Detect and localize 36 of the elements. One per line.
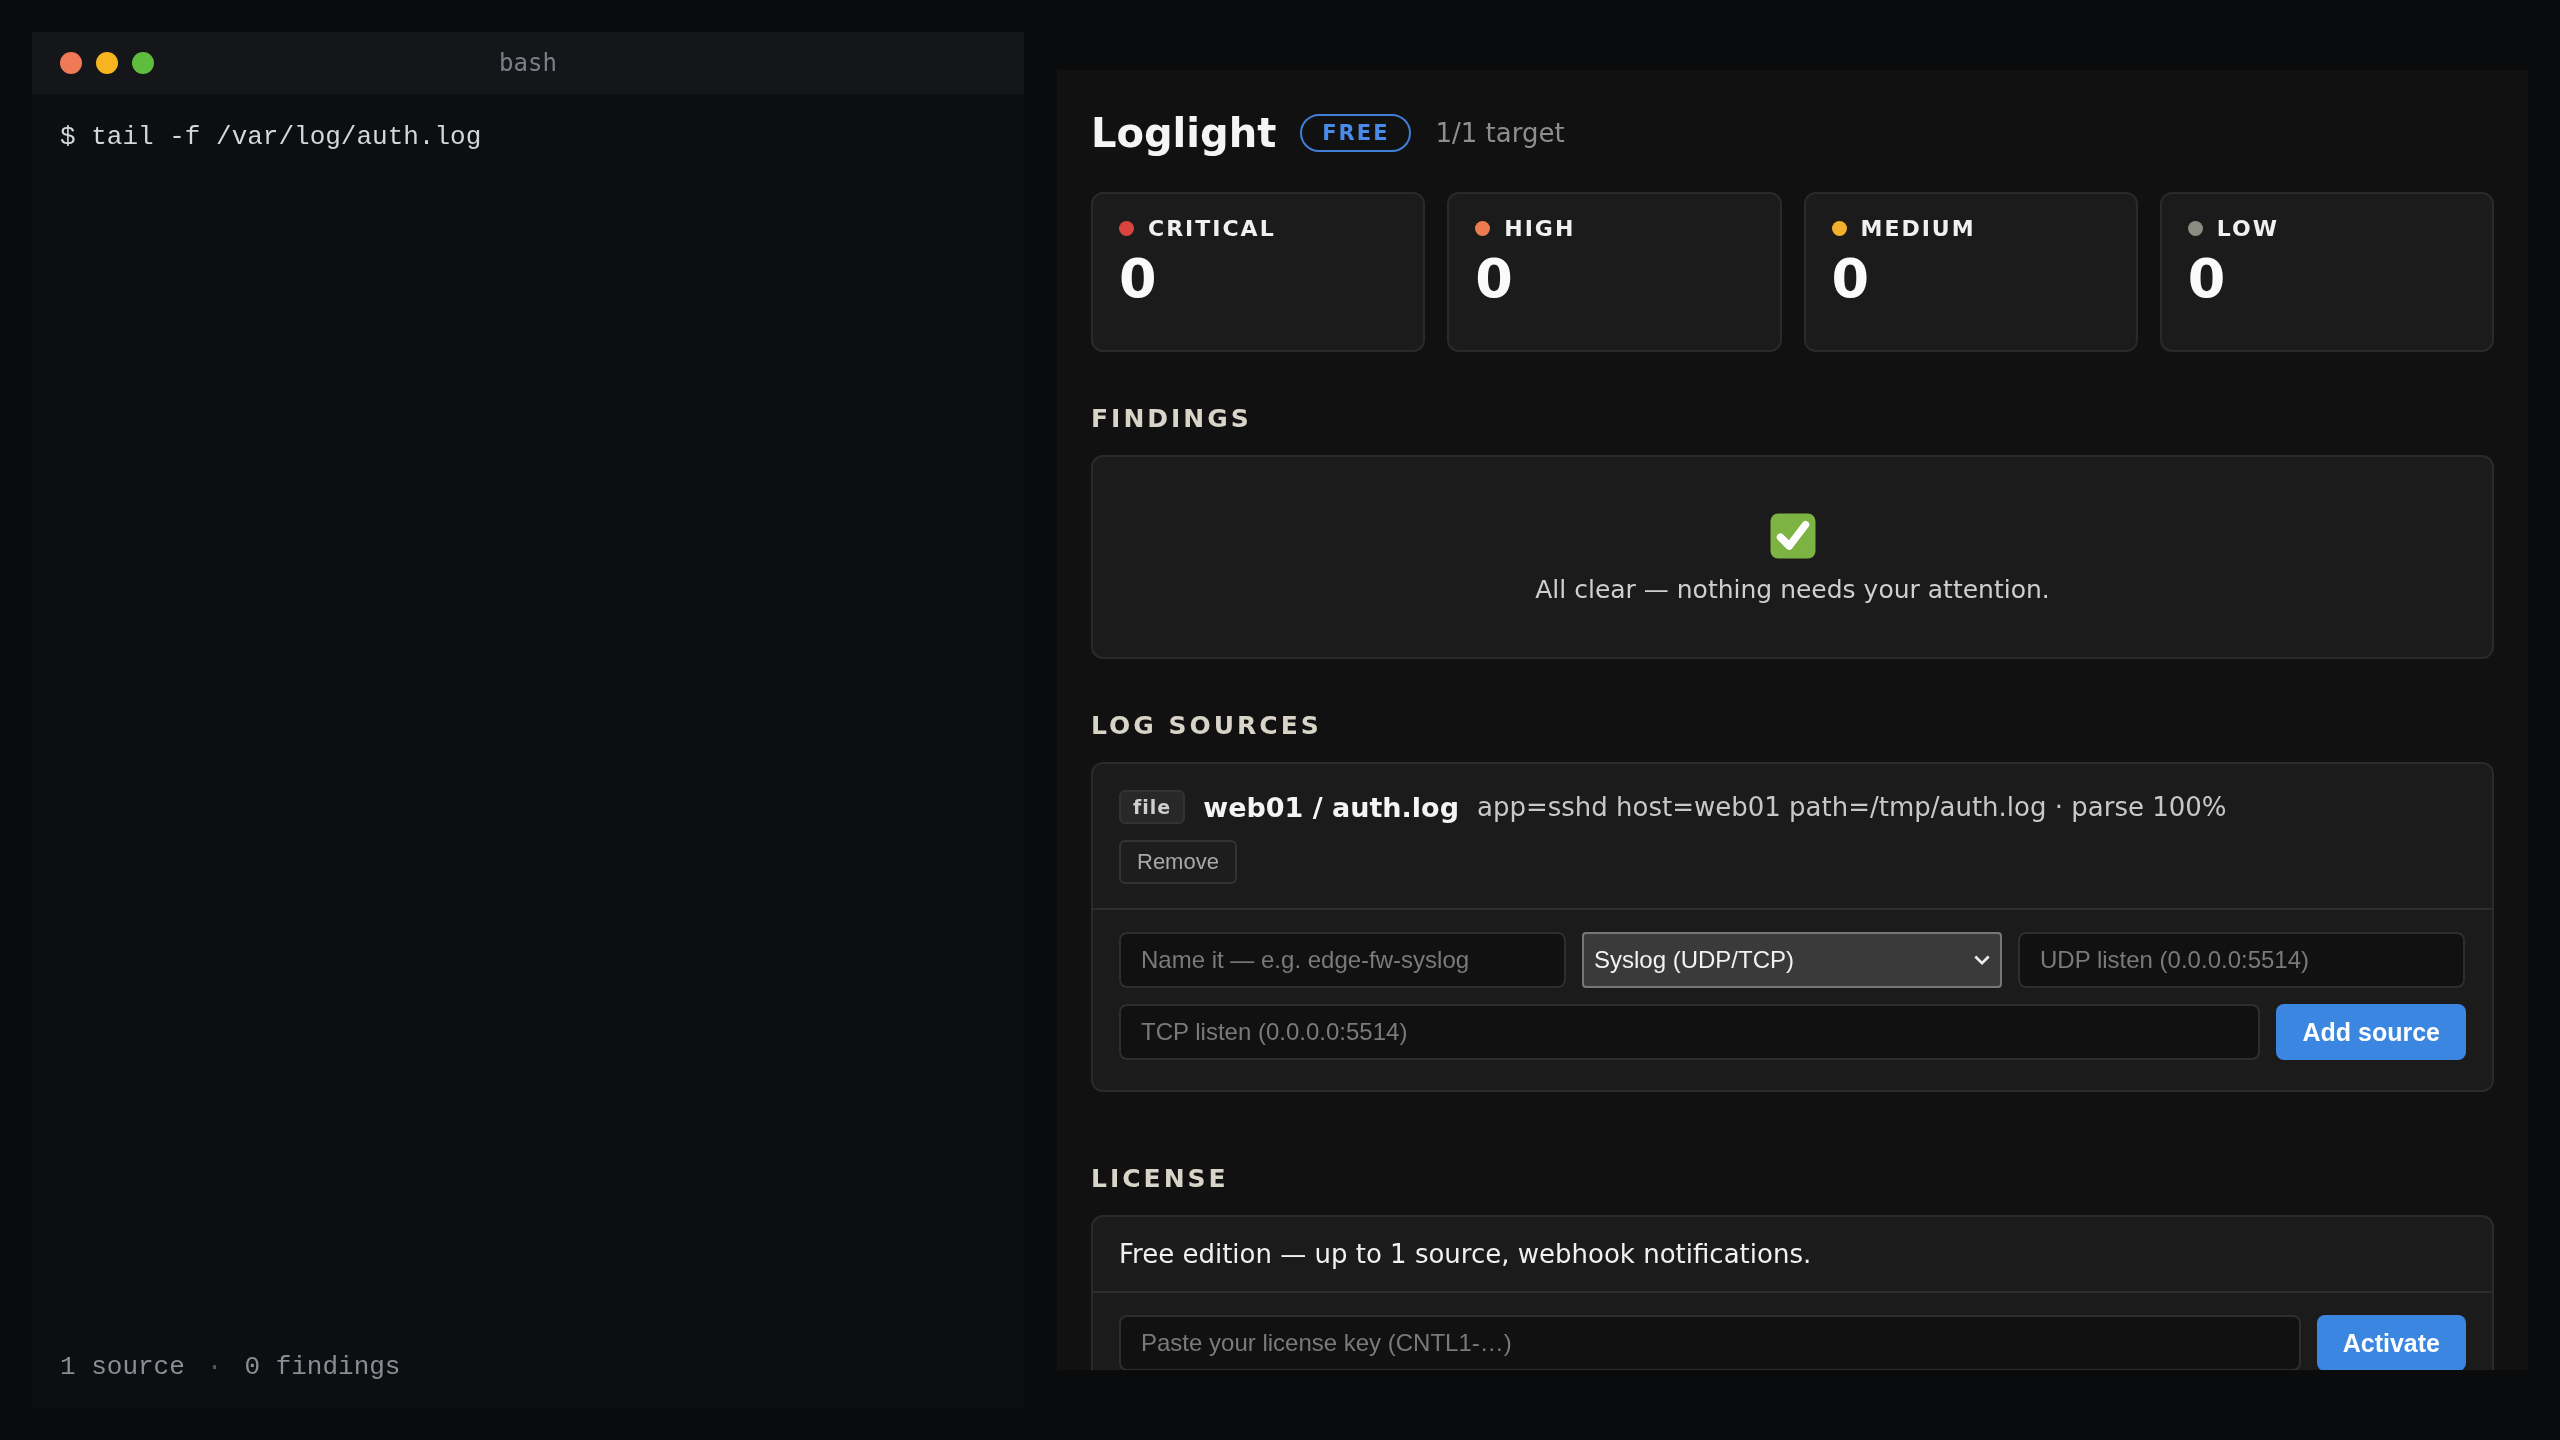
separator-dot: ·: [206, 1352, 223, 1382]
tcp-field[interactable]: TCP listen (0.0.0.0:5514): [1119, 1004, 2261, 1060]
activate-button[interactable]: Activate: [2316, 1315, 2466, 1370]
remove-button[interactable]: Remove: [1119, 840, 1237, 884]
minimize-icon[interactable]: [96, 52, 118, 74]
target-count: 1/1 target: [1435, 118, 1565, 148]
severity-label: CRITICAL: [1148, 216, 1276, 241]
severity-label: LOW: [2216, 216, 2279, 241]
status-text: 1 source: [60, 1352, 185, 1382]
severity-label: HIGH: [1504, 216, 1576, 241]
section-heading: FINDINGS: [1091, 404, 1253, 433]
status-text: 0 findings: [244, 1352, 401, 1382]
empty-message: All clear — nothing needs your attention.: [1535, 574, 2050, 604]
severity-label: MEDIUM: [1860, 216, 1976, 241]
window-title: bash: [499, 49, 557, 77]
app-title: Loglight: [1091, 110, 1277, 156]
severity-count: 0: [2187, 249, 2227, 309]
close-icon[interactable]: [60, 52, 82, 74]
source-details: app=sshd host=web01 path=/tmp/auth.log · parse 100%: [1476, 792, 2227, 822]
type-tag: file: [1119, 790, 1186, 824]
type-dropdown[interactable]: Syslog (UDP/TCP): [1582, 932, 2002, 988]
section-heading: LOG SOURCES: [1091, 711, 1323, 740]
license-key-field[interactable]: Paste your license key (CNTL1-…): [1119, 1315, 2301, 1370]
terminal-command: $ tail -f /var/log/auth.log: [60, 122, 482, 152]
name-field[interactable]: Name it — e.g. edge-fw-syslog: [1119, 932, 1566, 988]
license-description: Free edition — up to 1 source, webhook notifications.: [1093, 1217, 2492, 1293]
maximize-icon[interactable]: [132, 52, 154, 74]
severity-count: 0: [1831, 249, 1871, 309]
severity-count: 0: [1119, 249, 1158, 309]
chevron-icon: [1974, 954, 1990, 966]
severity-count: 0: [1475, 249, 1514, 309]
udp-field[interactable]: UDP listen (0.0.0.0:5514): [2018, 932, 2465, 988]
source-name: web01 / auth.log: [1203, 791, 1459, 823]
add-source-button[interactable]: Add source: [2276, 1004, 2466, 1060]
plan-badge: FREE: [1300, 114, 1412, 152]
section-heading: LICENSE: [1091, 1164, 1230, 1193]
